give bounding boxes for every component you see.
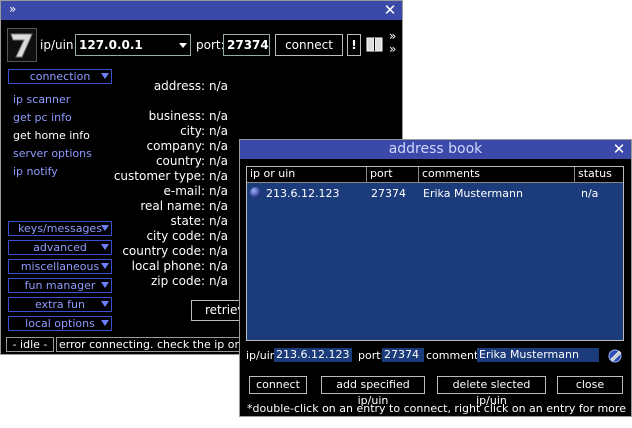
info-label: local phone:: [131, 259, 205, 273]
address-book-titlebar[interactable]: address book ✕: [240, 140, 631, 159]
info-row: company: n/a: [1, 139, 241, 154]
status-bar: - idle - error connecting. check the ip …: [3, 337, 256, 353]
info-value: n/a: [209, 139, 229, 153]
address-book-title: address book: [388, 141, 483, 157]
info-value: n/a: [209, 79, 229, 93]
info-value: n/a: [209, 214, 229, 228]
info-label: address:: [153, 79, 205, 93]
ip-input[interactable]: 127.0.0.1: [75, 34, 191, 56]
port-label: port:: [196, 38, 225, 52]
more-chevron-icon[interactable]: »: [389, 30, 396, 42]
column-port[interactable]: port: [367, 167, 419, 183]
alert-button[interactable]: !: [347, 34, 361, 56]
status-idle: - idle -: [6, 337, 54, 352]
info-row: city code: n/a: [1, 229, 241, 244]
info-label: e-mail:: [163, 184, 205, 198]
section-extra-fun[interactable]: extra fun: [8, 297, 112, 312]
info-row: real name: n/a: [1, 199, 241, 214]
info-row: e-mail: n/a: [1, 184, 241, 199]
close-icon[interactable]: ✕: [611, 141, 627, 157]
ab-ip-input[interactable]: 213.6.12.123: [274, 348, 352, 362]
usage-hint: *double-click on an entry to connect, ri…: [247, 402, 626, 428]
info-label: country:: [155, 154, 205, 168]
info-label: city code:: [146, 229, 205, 243]
status-message: error connecting. check the ip or the p: [56, 337, 256, 352]
table-row[interactable]: 213.6.12.123 27374 Erika Mustermann n/a: [247, 184, 623, 202]
section-local-options-label: local options: [25, 317, 95, 330]
more-chevron-icon-2[interactable]: »: [389, 43, 396, 55]
info-label: real name:: [140, 199, 205, 213]
menu-chevron-icon[interactable]: »: [9, 2, 16, 16]
ab-port-input[interactable]: 27374: [382, 348, 424, 362]
chevron-down-icon: [101, 320, 109, 326]
delete-entry-button[interactable]: delete slected ip/uin: [437, 376, 546, 407]
close-icon[interactable]: ✕: [382, 2, 398, 18]
column-status[interactable]: status: [575, 167, 623, 183]
info-value: n/a: [209, 229, 229, 243]
info-label: city:: [180, 124, 205, 138]
address-book-window: address book ✕ ip or uin port comments s…: [239, 139, 632, 428]
address-list-header: ip or uin port comments status: [247, 167, 623, 183]
info-value: n/a: [209, 259, 229, 273]
info-label: business:: [148, 109, 205, 123]
section-local-options[interactable]: local options: [8, 316, 112, 331]
ab-connect-button[interactable]: connect: [249, 376, 307, 394]
section-extra-fun-label: extra fun: [35, 298, 85, 311]
info-label: zip code:: [150, 274, 205, 288]
ab-close-button[interactable]: close: [557, 376, 623, 394]
ip-input-value: 127.0.0.1: [79, 38, 143, 52]
row-status: n/a: [581, 187, 599, 200]
address-list[interactable]: ip or uin port comments status 213.6.12.…: [246, 166, 624, 341]
menu-ip-scanner[interactable]: ip scanner: [13, 93, 70, 106]
info-label: state:: [170, 214, 205, 228]
info-row: country code: n/a: [1, 244, 241, 259]
info-value: n/a: [209, 244, 229, 258]
info-row: business: n/a: [1, 109, 241, 124]
ip-label: ip/uin:: [40, 38, 78, 52]
connect-button[interactable]: connect: [275, 34, 343, 56]
info-row: state: n/a: [1, 214, 241, 229]
info-value: n/a: [209, 199, 229, 213]
ab-comments-input[interactable]: Erika Mustermann: [477, 348, 599, 362]
info-value: n/a: [209, 184, 229, 198]
app-logo: [7, 28, 37, 62]
add-entry-button[interactable]: add specified ip/uin: [321, 376, 425, 407]
seven-logo-icon: [10, 33, 33, 58]
info-value: n/a: [209, 124, 229, 138]
book-icon[interactable]: [366, 36, 384, 53]
edit-icon[interactable]: [607, 347, 624, 363]
info-label: country code:: [122, 244, 205, 258]
info-value: n/a: [209, 169, 229, 183]
row-ip: 213.6.12.123: [266, 187, 340, 200]
info-row: address: n/a: [1, 79, 241, 94]
row-comments: Erika Mustermann: [423, 187, 523, 200]
info-value: n/a: [209, 274, 229, 288]
info-row: customer type: n/a: [1, 169, 241, 184]
info-label: company:: [146, 139, 205, 153]
info-value: n/a: [209, 154, 229, 168]
info-row: zip code: n/a: [1, 274, 241, 289]
info-row: city: n/a: [1, 124, 241, 139]
column-ip[interactable]: ip or uin: [247, 167, 367, 183]
port-input[interactable]: 27374: [223, 34, 270, 56]
chevron-down-icon: [101, 301, 109, 307]
info-value: n/a: [209, 109, 229, 123]
chevron-down-icon[interactable]: [179, 43, 187, 48]
row-port: 27374: [371, 187, 406, 200]
info-row: country: n/a: [1, 154, 241, 169]
info-label: customer type:: [113, 169, 205, 183]
info-row: local phone: n/a: [1, 259, 241, 274]
column-comments[interactable]: comments: [419, 167, 575, 183]
main-titlebar[interactable]: » ✕: [1, 1, 402, 20]
ab-port-label: port:: [358, 349, 385, 362]
globe-icon: [250, 187, 261, 198]
